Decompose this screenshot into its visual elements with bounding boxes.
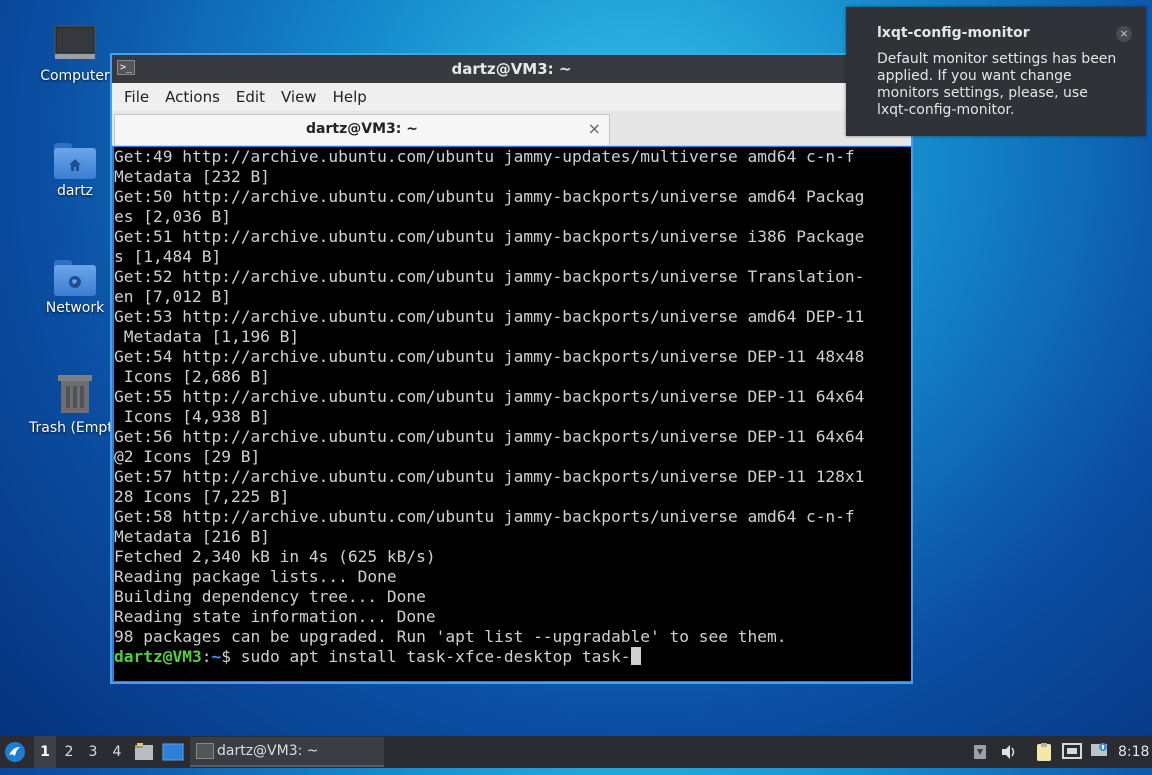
prompt-separator: : bbox=[201, 647, 212, 666]
taskbar: 1 2 3 4 dartz@VM3: ~ 8:18 bbox=[0, 736, 1152, 768]
tray-volume[interactable] bbox=[1000, 736, 1018, 768]
terminal-line: Get:53 http://archive.ubuntu.com/ubuntu … bbox=[114, 307, 865, 326]
file-manager-launcher[interactable] bbox=[134, 736, 154, 768]
desktop-switch-2[interactable]: 2 bbox=[58, 736, 80, 768]
prompt-sign: $ bbox=[221, 647, 241, 666]
terminal-line: 28 Icons [7,225 B] bbox=[114, 487, 290, 506]
tray-removable-media[interactable] bbox=[972, 736, 988, 768]
trash-icon bbox=[58, 375, 92, 413]
cursor bbox=[630, 647, 641, 665]
computer-icon bbox=[54, 25, 96, 59]
terminal-line: es [2,036 B] bbox=[114, 207, 231, 226]
update-notifier-icon bbox=[1091, 743, 1107, 756]
terminal-line: Get:56 http://archive.ubuntu.com/ubuntu … bbox=[114, 427, 865, 446]
notification-title: lxqt-config-monitor bbox=[877, 25, 1030, 41]
window-title: dartz@VM3: ~ bbox=[451, 60, 572, 78]
terminal-line: Get:55 http://archive.ubuntu.com/ubuntu … bbox=[114, 387, 865, 406]
taskbar-task-label: dartz@VM3: ~ bbox=[217, 743, 319, 759]
terminal-line: Metadata [232 B] bbox=[114, 167, 270, 186]
tab-terminal[interactable]: dartz@VM3: ~ × bbox=[114, 114, 610, 145]
terminal-line: Icons [4,938 B] bbox=[114, 407, 270, 426]
desktop-switch-3[interactable]: 3 bbox=[82, 736, 104, 768]
menu-help[interactable]: Help bbox=[325, 88, 375, 106]
terminal-line: Building dependency tree... Done bbox=[114, 587, 426, 606]
start-menu-button[interactable] bbox=[4, 736, 30, 768]
volume-icon bbox=[1002, 745, 1015, 759]
usb-drive-icon bbox=[974, 745, 986, 759]
tab-label: dartz@VM3: ~ bbox=[306, 121, 418, 137]
clipboard-icon bbox=[1037, 743, 1051, 761]
show-desktop-icon bbox=[162, 743, 184, 761]
window-titlebar[interactable]: >_ dartz@VM3: ~ bbox=[112, 55, 911, 83]
terminal-line: s [1,484 B] bbox=[114, 247, 222, 266]
notification-close-icon[interactable]: × bbox=[1116, 26, 1132, 42]
terminal-line: Metadata [216 B] bbox=[114, 527, 270, 546]
terminal-line: Get:50 http://archive.ubuntu.com/ubuntu … bbox=[114, 187, 865, 206]
terminal-window[interactable]: >_ dartz@VM3: ~ File Actions Edit View H… bbox=[110, 53, 913, 684]
terminal-line: 98 packages can be upgraded. Run 'apt li… bbox=[114, 627, 787, 646]
network-folder-icon bbox=[54, 260, 96, 296]
terminal-output[interactable]: Get:49 http://archive.ubuntu.com/ubuntu … bbox=[114, 147, 911, 681]
terminal-line: @2 Icons [29 B] bbox=[114, 447, 261, 466]
terminal-line: Get:52 http://archive.ubuntu.com/ubuntu … bbox=[114, 267, 865, 286]
terminal-line: Get:57 http://archive.ubuntu.com/ubuntu … bbox=[114, 467, 865, 486]
network-icon bbox=[1062, 743, 1082, 759]
menu-view[interactable]: View bbox=[273, 88, 325, 106]
tab-bar: dartz@VM3: ~ × bbox=[112, 111, 911, 146]
terminal-line: Get:51 http://archive.ubuntu.com/ubuntu … bbox=[114, 227, 865, 246]
notification-body: Default monitor settings has been applie… bbox=[877, 51, 1117, 118]
terminal-line: Reading package lists... Done bbox=[114, 567, 397, 586]
taskbar-terminal-button[interactable]: dartz@VM3: ~ bbox=[190, 737, 384, 767]
terminal-line: en [7,012 B] bbox=[114, 287, 231, 306]
menubar: File Actions Edit View Help bbox=[112, 83, 911, 111]
show-desktop-button[interactable] bbox=[162, 736, 184, 768]
home-folder-icon bbox=[54, 143, 96, 179]
terminal-line: Get:58 http://archive.ubuntu.com/ubuntu … bbox=[114, 507, 855, 526]
clock[interactable]: 8:18 bbox=[1118, 736, 1149, 768]
tray-clipboard[interactable] bbox=[1034, 736, 1054, 768]
terminal-icon bbox=[196, 743, 214, 759]
menu-actions[interactable]: Actions bbox=[157, 88, 228, 106]
prompt-line: dartz@VM3:~$ sudo apt install task-xfce-… bbox=[114, 647, 911, 667]
desktop-switch-4[interactable]: 4 bbox=[106, 736, 128, 768]
tab-close-icon[interactable]: × bbox=[588, 119, 601, 138]
notification-popup[interactable]: lxqt-config-monitor Default monitor sett… bbox=[846, 7, 1146, 136]
terminal-line: Fetched 2,340 kB in 4s (625 kB/s) bbox=[114, 547, 436, 566]
terminal-line: Get:49 http://archive.ubuntu.com/ubuntu … bbox=[114, 147, 855, 166]
terminal-line: Icons [2,686 B] bbox=[114, 367, 270, 386]
terminal-line: Reading state information... Done bbox=[114, 607, 436, 626]
menu-file[interactable]: File bbox=[116, 88, 157, 106]
lubuntu-logo-icon bbox=[5, 742, 25, 762]
command-input[interactable]: sudo apt install task-xfce-desktop task- bbox=[241, 647, 631, 666]
tray-network[interactable] bbox=[1062, 736, 1082, 768]
terminal-line: Get:54 http://archive.ubuntu.com/ubuntu … bbox=[114, 347, 865, 366]
prompt-user: dartz@VM3 bbox=[114, 647, 202, 666]
desktop-switch-1[interactable]: 1 bbox=[34, 736, 56, 768]
prompt-path: ~ bbox=[211, 647, 222, 666]
file-manager-icon bbox=[135, 743, 153, 760]
menu-edit[interactable]: Edit bbox=[228, 88, 273, 106]
tray-update-notifier[interactable] bbox=[1090, 736, 1108, 768]
terminal-line: Metadata [1,196 B] bbox=[114, 327, 300, 346]
